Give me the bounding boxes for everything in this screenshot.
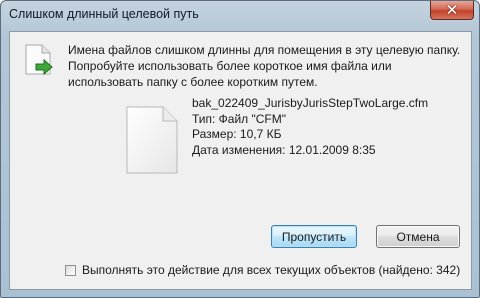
close-button[interactable]: ✕ [430,1,474,20]
blank-file-icon [126,106,178,174]
error-message: Имена файлов слишком длинны для помещени… [68,43,461,89]
apply-to-all-label[interactable]: Выполнять это действие для всех текущих … [82,263,460,277]
apply-to-all-checkbox[interactable] [65,264,76,276]
file-modified-date: Дата изменения: 12.01.2009 8:35 [192,142,376,157]
dialog-title: Слишком длинный целевой путь [9,7,199,21]
skip-button[interactable]: Пропустить [271,225,357,248]
dialog-content: Имена файлов слишком длинны для помещени… [9,31,472,290]
apply-to-all-row[interactable]: Выполнять это действие для всех текущих … [65,263,460,277]
close-icon: ✕ [445,1,459,19]
file-name: bak_022409_JurisbyJurisStepTwoLarge.cfm [192,96,429,110]
dialog-window: Слишком длинный целевой путь ✕ Имена фай… [0,0,480,298]
file-type: Тип: Файл "CFM" [192,111,287,126]
cancel-button[interactable]: Отмена [376,225,460,248]
file-copy-arrow-icon [25,44,53,76]
file-details: bak_022409_JurisbyJurisStepTwoLarge.cfm … [192,96,428,158]
file-size: Размер: 10,7 КБ [192,127,282,141]
